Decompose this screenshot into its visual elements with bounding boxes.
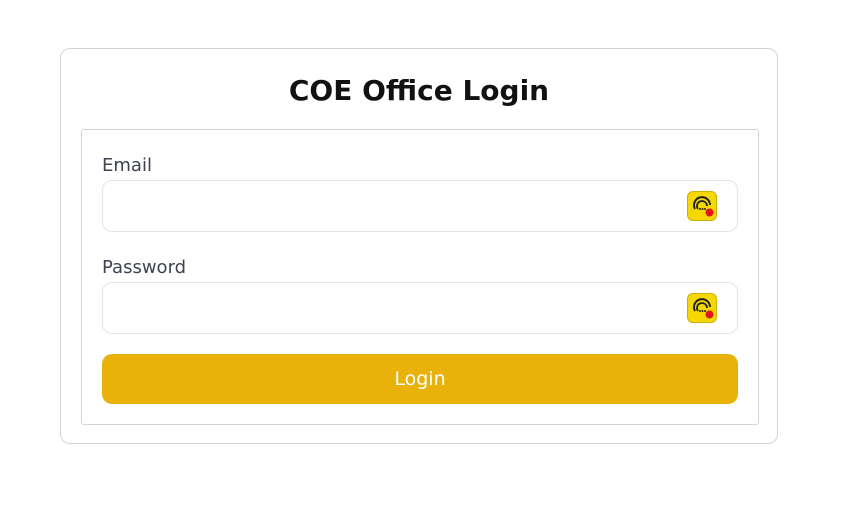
- password-field-wrapper: [102, 282, 738, 334]
- password-field[interactable]: [103, 283, 737, 333]
- password-manager-extension-icon[interactable]: [687, 293, 717, 323]
- email-field[interactable]: [103, 181, 737, 231]
- login-card: COE Office Login Email Password Login: [60, 48, 778, 444]
- login-form: Email Password Login: [81, 129, 759, 425]
- email-label: Email: [102, 155, 152, 176]
- email-field-wrapper: [102, 180, 738, 232]
- password-label: Password: [102, 257, 187, 278]
- page-title: COE Office Login: [288, 74, 550, 107]
- password-manager-extension-icon[interactable]: [687, 191, 717, 221]
- login-button[interactable]: Login: [102, 354, 738, 404]
